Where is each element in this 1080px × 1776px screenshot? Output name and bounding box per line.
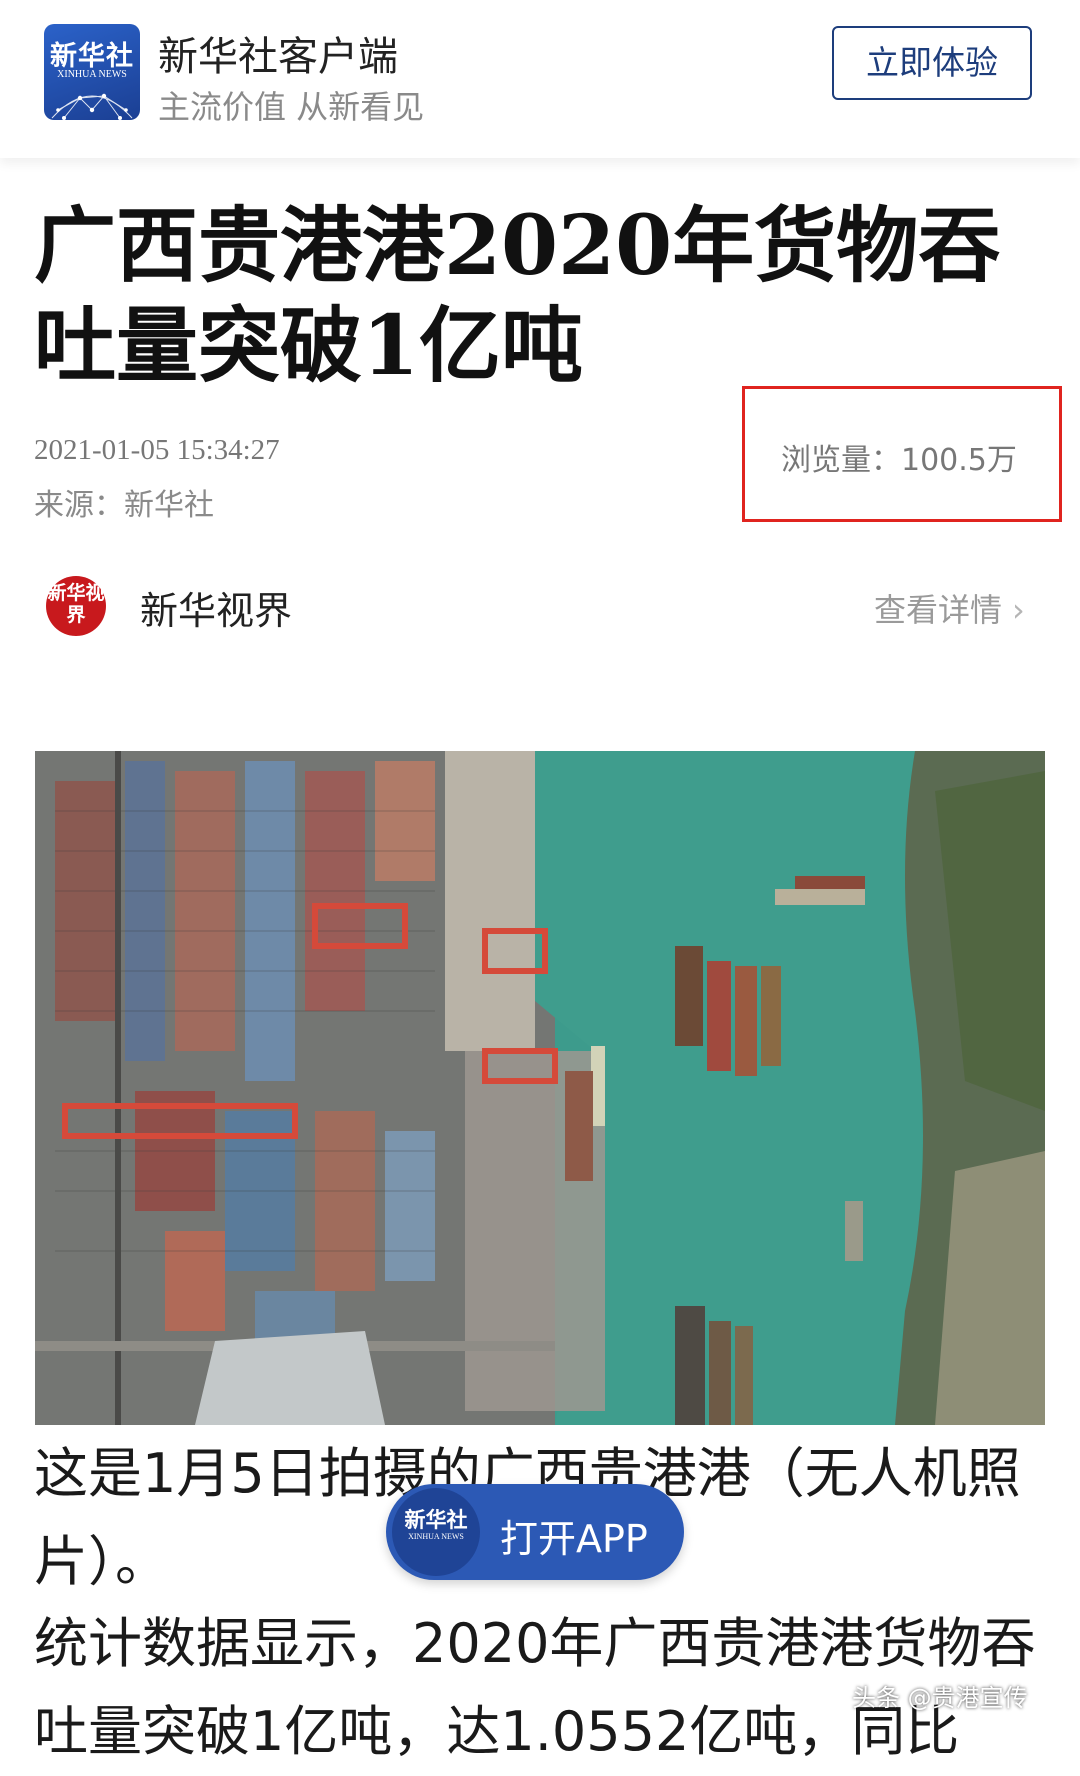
button-logo-subtext: XINHUA NEWS [408,1532,464,1541]
button-logo-text: 新华社 [404,1508,468,1532]
try-now-button[interactable]: 立即体验 [832,26,1032,100]
view-count: 浏览量：100.5万 [781,443,1017,478]
app-banner: 新华社 XINHUA NEWS 新华社客户端 主流价值 从新看见 立即体验 [0,0,1080,158]
watermark: 头条 @贵港宣传 [852,1684,1028,1712]
open-app-label: 打开APP [500,1517,648,1561]
view-details-link[interactable]: 查看详情 › [874,585,1025,631]
article-photo[interactable] [35,751,1045,1425]
channel-name[interactable]: 新华视界 [140,580,292,635]
article-source: 来源：新华社 [34,488,214,523]
view-details-label: 查看详情 [874,591,1003,629]
app-slogan: 主流价值 从新看见 [158,88,425,126]
logo-text: 新华社 [50,41,134,72]
channel-logo-text: 新华视界 [47,582,105,626]
channel-avatar[interactable]: 新华视界 [38,568,114,644]
xinhua-logo-icon: 新华社 XINHUA NEWS [44,24,140,120]
views-highlight-box: 浏览量：100.5万 [742,386,1062,522]
logo-subtext: XINHUA NEWS [57,69,127,80]
chevron-right-icon: › [1012,591,1025,629]
xinhua-logo-icon: 新华社 XINHUA NEWS [392,1488,480,1576]
aerial-port-photo [35,751,1045,1425]
article-title: 广西贵港港2020年货物吞吐量突破1亿吨 [34,198,1001,394]
publish-time: 2021-01-05 15:34:27 [34,434,280,466]
app-name: 新华社客户端 [158,34,398,80]
globe-network-icon [51,93,133,120]
open-app-button[interactable]: 新华社 XINHUA NEWS 打开APP [386,1484,684,1580]
